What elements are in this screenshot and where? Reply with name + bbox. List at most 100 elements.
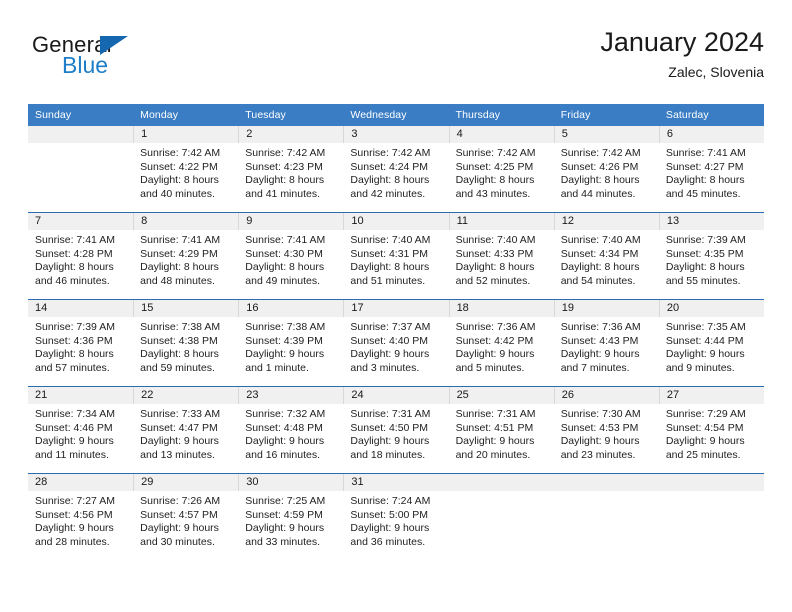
day-details: Sunrise: 7:41 AM Sunset: 4:30 PM Daylight:… <box>238 230 343 299</box>
day-detail-line: Sunrise: 7:42 AM <box>245 147 326 159</box>
calendar-day-cell[interactable]: 31 Sunrise: 7:24 AM Sunset: 5:00 PM Dayligh… <box>343 473 449 560</box>
day-detail-line: Sunset: 4:22 PM <box>140 160 218 173</box>
day-detail-line: Daylight: 8 hours <box>665 174 745 187</box>
day-detail-line: Sunset: 4:34 PM <box>560 247 639 260</box>
calendar-day-cell-empty <box>553 473 659 560</box>
day-detail-line: Sunset: 4:50 PM <box>350 421 429 434</box>
calendar-day-cell[interactable]: 6 Sunrise: 7:41 AM Sunset: 4:27 PM Daylight… <box>658 126 764 213</box>
day-detail-line: and 54 minutes. <box>560 274 636 287</box>
day-detail-line: and 30 minutes. <box>140 535 215 548</box>
calendar-day-cell[interactable]: 7 Sunrise: 7:41 AM Sunset: 4:28 PM Daylight… <box>28 212 134 300</box>
day-details: Sunrise: 7:36 AM Sunset: 4:42 PM Daylight:… <box>449 317 554 386</box>
calendar-day-cell[interactable]: 29 Sunrise: 7:26 AM Sunset: 4:57 PM Dayligh… <box>133 473 239 560</box>
day-detail-line: Daylight: 9 hours <box>665 435 745 448</box>
day-detail-line: Sunrise: 7:41 AM <box>35 234 115 246</box>
calendar-day-cell[interactable]: 19 Sunrise: 7:36 AM Sunset: 4:43 PM Dayligh… <box>553 299 659 387</box>
day-number: 8 <box>133 213 239 230</box>
calendar-day-cell[interactable]: 11 Sunrise: 7:40 AM Sunset: 4:33 PM Dayligh… <box>448 212 554 300</box>
day-detail-line: Sunrise: 7:40 AM <box>560 234 641 246</box>
calendar-day-cell-empty <box>448 473 554 560</box>
calendar-day-cell[interactable]: 24 Sunrise: 7:31 AM Sunset: 4:50 PM Dayligh… <box>343 386 449 474</box>
day-detail-line: Sunset: 4:24 PM <box>350 160 429 173</box>
calendar-day-cell[interactable]: 18 Sunrise: 7:36 AM Sunset: 4:42 PM Dayligh… <box>448 299 554 387</box>
day-detail-line: Sunrise: 7:41 AM <box>140 234 221 246</box>
day-number: 10 <box>343 213 449 230</box>
day-detail-line: Sunset: 4:51 PM <box>455 421 534 434</box>
day-detail-line: Sunrise: 7:42 AM <box>560 147 641 159</box>
day-details: Sunrise: 7:42 AM Sunset: 4:23 PM Daylight:… <box>238 143 343 212</box>
day-number: 6 <box>658 126 764 143</box>
calendar-day-cell[interactable]: 12 Sunrise: 7:40 AM Sunset: 4:34 PM Dayligh… <box>553 212 659 300</box>
calendar-week-row: 1 Sunrise: 7:42 AM Sunset: 4:22 PM Daylight… <box>28 126 764 213</box>
day-detail-line: and 44 minutes. <box>560 187 636 200</box>
calendar-day-cell[interactable]: 27 Sunrise: 7:29 AM Sunset: 4:54 PM Dayligh… <box>658 386 764 474</box>
day-number: 20 <box>658 300 764 317</box>
calendar-day-cell[interactable]: 21 Sunrise: 7:34 AM Sunset: 4:46 PM Dayligh… <box>28 386 134 474</box>
calendar-day-cell[interactable]: 25 Sunrise: 7:31 AM Sunset: 4:51 PM Dayligh… <box>448 386 554 474</box>
day-detail-line: and 45 minutes. <box>665 187 741 200</box>
day-detail-line: Daylight: 8 hours <box>140 348 219 361</box>
day-details: Sunrise: 7:27 AM Sunset: 4:56 PM Daylight:… <box>28 491 133 560</box>
day-number: 13 <box>658 213 764 230</box>
calendar-day-cell[interactable]: 23 Sunrise: 7:32 AM Sunset: 4:48 PM Dayligh… <box>238 386 344 474</box>
day-number: 29 <box>133 474 239 491</box>
calendar-day-cell[interactable]: 3 Sunrise: 7:42 AM Sunset: 4:24 PM Daylight… <box>343 126 449 213</box>
calendar-day-cell[interactable]: 16 Sunrise: 7:38 AM Sunset: 4:39 PM Dayligh… <box>238 299 344 387</box>
calendar-day-cell[interactable]: 5 Sunrise: 7:42 AM Sunset: 4:26 PM Daylight… <box>553 126 659 213</box>
day-detail-line: Daylight: 9 hours <box>245 522 325 535</box>
day-detail-line: and 33 minutes. <box>245 535 320 548</box>
calendar-day-cell[interactable]: 26 Sunrise: 7:30 AM Sunset: 4:53 PM Dayligh… <box>553 386 659 474</box>
calendar-day-cell[interactable]: 28 Sunrise: 7:27 AM Sunset: 4:56 PM Dayligh… <box>28 473 134 560</box>
calendar-day-cell[interactable]: 10 Sunrise: 7:40 AM Sunset: 4:31 PM Dayligh… <box>343 212 449 300</box>
calendar-day-cell[interactable]: 2 Sunrise: 7:42 AM Sunset: 4:23 PM Daylight… <box>238 126 344 213</box>
day-details <box>449 491 554 560</box>
day-details: Sunrise: 7:29 AM Sunset: 4:54 PM Daylight:… <box>659 404 764 473</box>
day-detail-line: Sunrise: 7:25 AM <box>245 495 326 507</box>
calendar-week-row: 28 Sunrise: 7:27 AM Sunset: 4:56 PM Dayligh… <box>28 473 764 560</box>
day-details <box>659 491 764 560</box>
day-detail-line: Sunrise: 7:41 AM <box>665 147 746 159</box>
day-detail-line: Sunrise: 7:26 AM <box>140 495 221 507</box>
day-detail-line: Sunrise: 7:42 AM <box>350 147 431 159</box>
calendar-day-cell[interactable]: 14 Sunrise: 7:39 AM Sunset: 4:36 PM Dayligh… <box>28 299 134 387</box>
calendar-day-cell[interactable]: 17 Sunrise: 7:37 AM Sunset: 4:40 PM Dayligh… <box>343 299 449 387</box>
calendar-day-cell[interactable]: 9 Sunrise: 7:41 AM Sunset: 4:30 PM Daylight… <box>238 212 344 300</box>
day-detail-line: Sunset: 4:47 PM <box>140 421 218 434</box>
day-number: 17 <box>343 300 449 317</box>
calendar-day-cell[interactable]: 1 Sunrise: 7:42 AM Sunset: 4:22 PM Daylight… <box>133 126 239 213</box>
day-detail-line: and 51 minutes. <box>350 274 426 287</box>
day-detail-line: Sunset: 4:30 PM <box>245 247 323 260</box>
day-number: 26 <box>553 387 659 404</box>
day-detail-line: Sunrise: 7:27 AM <box>35 495 115 507</box>
calendar-day-cell[interactable]: 4 Sunrise: 7:42 AM Sunset: 4:25 PM Daylight… <box>448 126 554 213</box>
day-detail-line: Sunset: 5:00 PM <box>350 508 429 521</box>
day-detail-line: and 23 minutes. <box>560 448 636 461</box>
calendar-day-cell[interactable]: 20 Sunrise: 7:35 AM Sunset: 4:44 PM Dayligh… <box>658 299 764 387</box>
calendar-day-cell[interactable]: 8 Sunrise: 7:41 AM Sunset: 4:29 PM Daylight… <box>133 212 239 300</box>
calendar-day-cell[interactable]: 15 Sunrise: 7:38 AM Sunset: 4:38 PM Dayligh… <box>133 299 239 387</box>
day-number: 7 <box>28 213 134 230</box>
calendar-week-row: 21 Sunrise: 7:34 AM Sunset: 4:46 PM Dayligh… <box>28 386 764 474</box>
day-details: Sunrise: 7:30 AM Sunset: 4:53 PM Daylight:… <box>554 404 659 473</box>
day-number <box>658 474 764 491</box>
day-detail-line: Sunrise: 7:42 AM <box>140 147 221 159</box>
day-detail-line: Sunset: 4:53 PM <box>560 421 639 434</box>
day-detail-line: Sunrise: 7:31 AM <box>455 408 536 420</box>
calendar-day-cell[interactable]: 30 Sunrise: 7:25 AM Sunset: 4:59 PM Dayligh… <box>238 473 344 560</box>
day-detail-line: Sunrise: 7:30 AM <box>560 408 641 420</box>
day-detail-line: and 7 minutes. <box>560 361 630 374</box>
day-detail-line: and 52 minutes. <box>455 274 531 287</box>
day-detail-line: Sunrise: 7:35 AM <box>665 321 746 333</box>
day-detail-line: Sunrise: 7:32 AM <box>245 408 326 420</box>
day-detail-line: Sunset: 4:42 PM <box>455 334 534 347</box>
calendar-day-cell[interactable]: 13 Sunrise: 7:39 AM Sunset: 4:35 PM Dayligh… <box>658 212 764 300</box>
day-number: 11 <box>448 213 554 230</box>
day-number: 19 <box>553 300 659 317</box>
day-detail-line: Sunset: 4:25 PM <box>455 160 534 173</box>
day-detail-line: Sunrise: 7:37 AM <box>350 321 431 333</box>
calendar-week-row: 14 Sunrise: 7:39 AM Sunset: 4:36 PM Dayligh… <box>28 299 764 387</box>
day-detail-line: Sunset: 4:43 PM <box>560 334 639 347</box>
logo-text-blue: Blue <box>62 52 109 78</box>
day-details: Sunrise: 7:34 AM Sunset: 4:46 PM Daylight:… <box>28 404 133 473</box>
calendar-day-cell[interactable]: 22 Sunrise: 7:33 AM Sunset: 4:47 PM Dayligh… <box>133 386 239 474</box>
